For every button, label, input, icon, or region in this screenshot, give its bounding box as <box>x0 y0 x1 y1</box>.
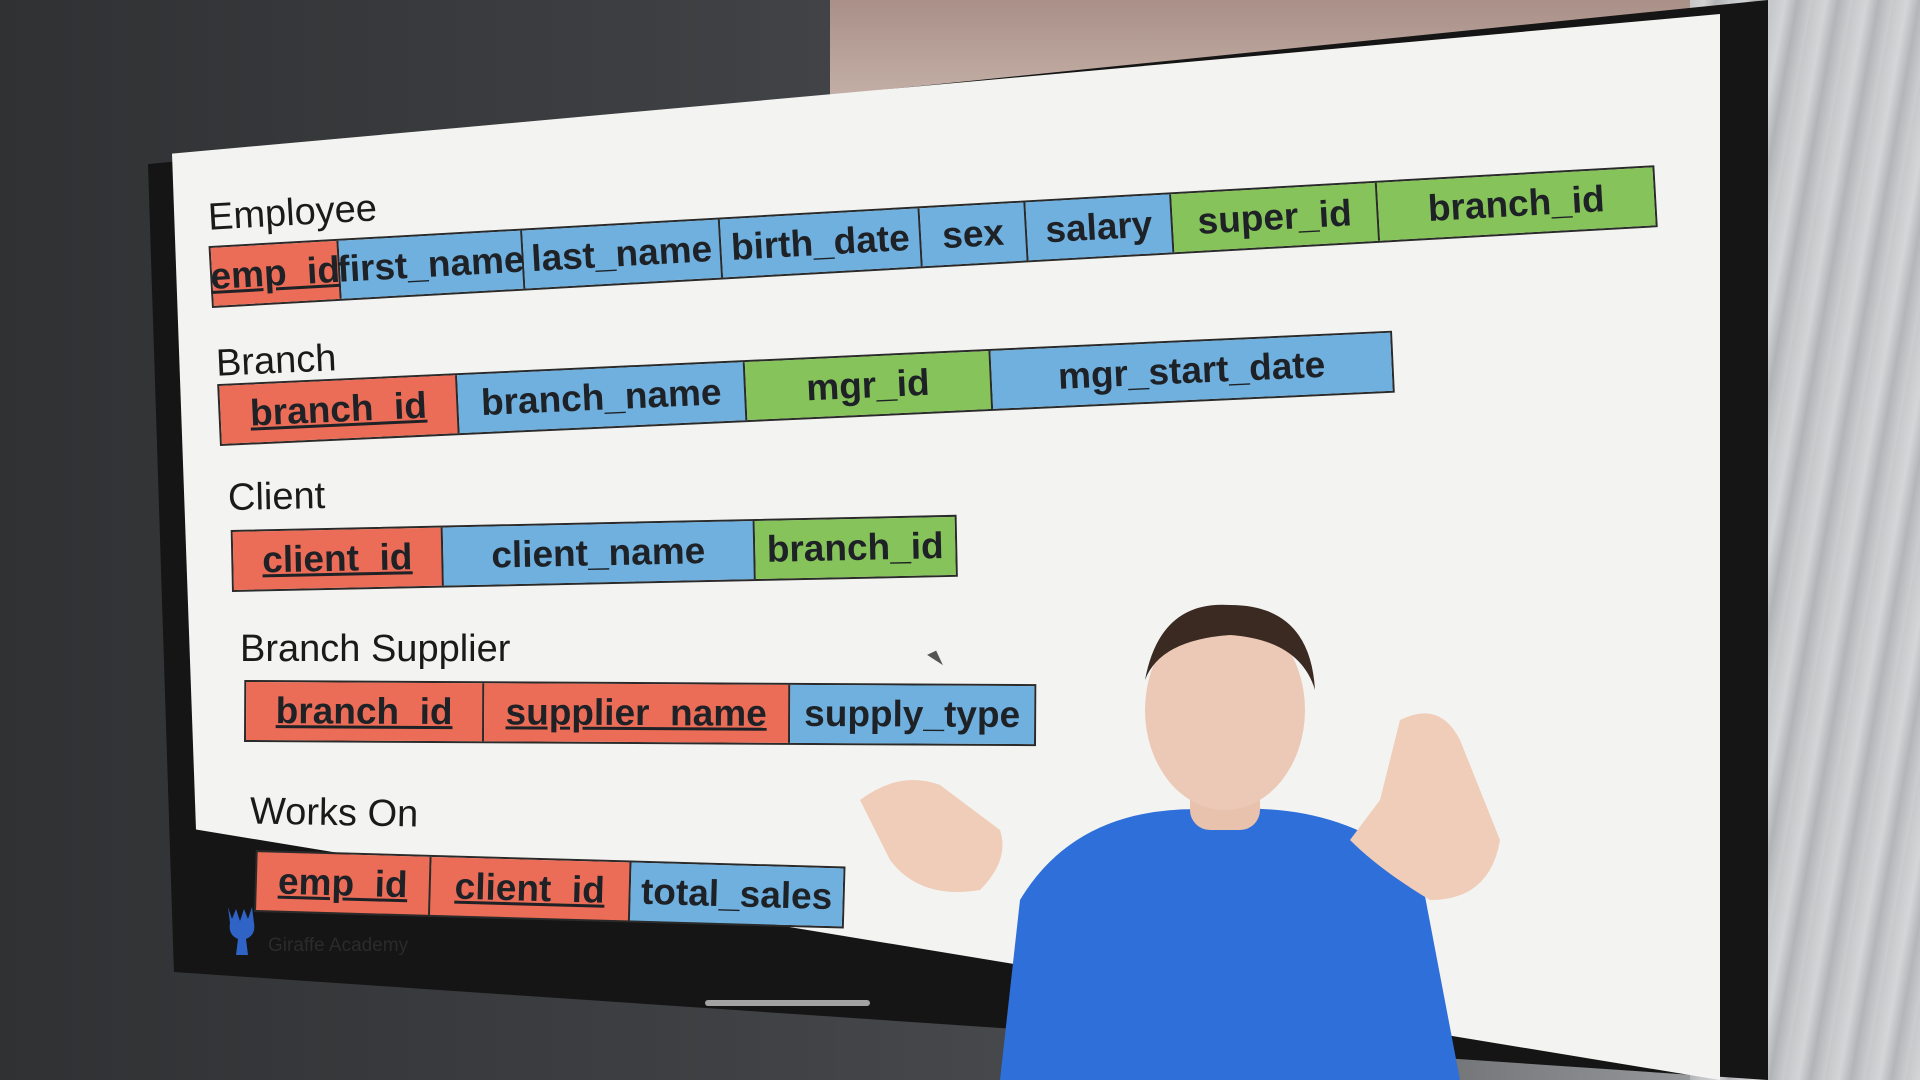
column-last-name: last_name <box>522 219 724 289</box>
table-title-branch-supplier: Branch Supplier <box>240 628 511 670</box>
column-client-id: client_id <box>429 856 632 921</box>
column-supplier-name: supplier_name <box>484 683 791 743</box>
column-client-id: client_id <box>232 527 444 590</box>
giraffe-icon <box>228 907 255 955</box>
presenter <box>860 604 1500 1080</box>
column-sex: sex <box>919 202 1029 267</box>
column-total-sales: total_sales <box>629 862 844 927</box>
table-employee: emp_id first_name last_name birth_date s… <box>208 165 1658 308</box>
table-title-works-on: Works On <box>249 790 419 836</box>
column-branch-id: branch_id <box>754 516 956 580</box>
slide-scrollbar <box>705 1000 870 1006</box>
column-birth-date: birth_date <box>719 208 923 278</box>
table-client: client_id client_name branch_id <box>230 514 958 592</box>
table-title-employee: Employee <box>206 187 378 239</box>
column-branch-name: branch_name <box>457 362 748 434</box>
column-branch-id: branch_id <box>219 375 460 444</box>
table-title-client: Client <box>227 474 326 520</box>
table-branch: branch_id branch_name mgr_id mgr_start_d… <box>217 330 1395 446</box>
column-emp-id: emp_id <box>209 240 342 306</box>
column-mgr-id: mgr_id <box>744 350 994 421</box>
logo-text: Giraffe Academy <box>268 935 409 956</box>
column-salary: salary <box>1025 194 1175 261</box>
column-client-name: client_name <box>442 521 756 586</box>
column-mgr-start-date: mgr_start_date <box>990 332 1393 409</box>
column-branch-id: branch_id <box>246 682 485 742</box>
column-first-name: first_name <box>336 230 525 299</box>
column-super-id: super_id <box>1171 182 1381 253</box>
giraffe-academy-logo: Giraffe Academy <box>222 905 408 957</box>
column-branch-id: branch_id <box>1376 167 1656 241</box>
